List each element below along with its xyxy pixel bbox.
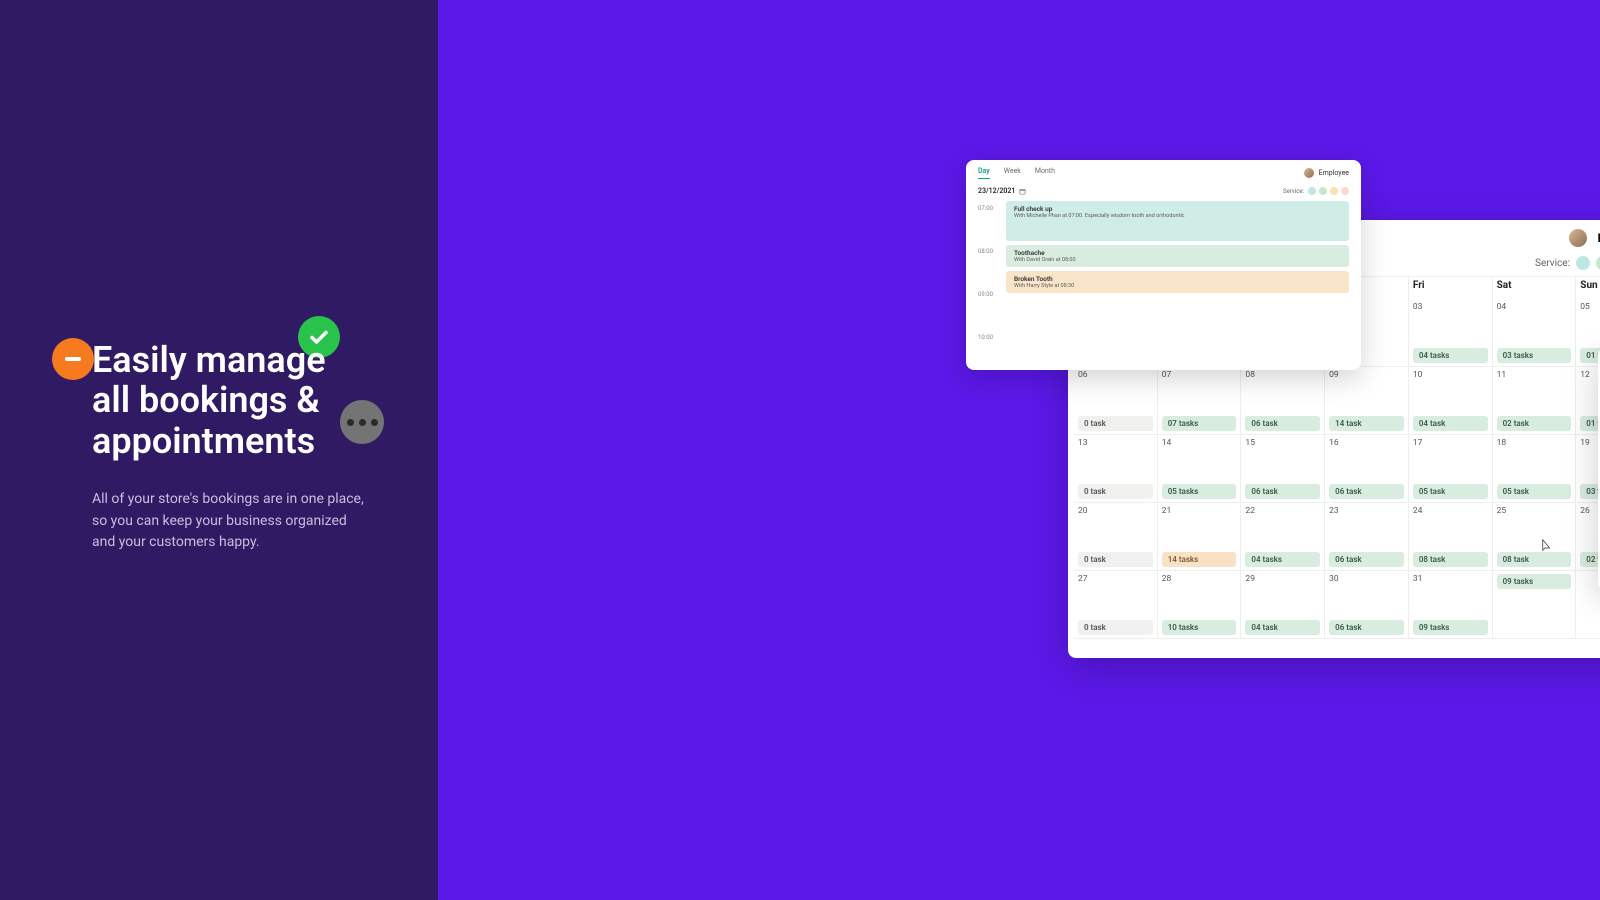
task-badge[interactable]: 05 task <box>1413 484 1488 499</box>
task-badge[interactable]: 08 task <box>1413 552 1488 567</box>
calendar-cell[interactable]: 0806 task <box>1241 367 1325 435</box>
task-badge[interactable]: 06 task <box>1329 484 1404 499</box>
task-badge[interactable]: 04 task <box>1413 416 1488 431</box>
calendar-cell[interactable]: 2508 task <box>1493 503 1577 571</box>
calendar-cell[interactable]: 1004 task <box>1409 367 1493 435</box>
calendar-cell[interactable]: 1606 task <box>1325 435 1409 503</box>
task-badge[interactable]: 14 tasks <box>1162 552 1237 567</box>
calendar-cell[interactable]: 2204 tasks <box>1241 503 1325 571</box>
task-badge[interactable]: 0 task <box>1078 620 1153 635</box>
calendar-cell[interactable]: 2602 task <box>1576 503 1600 571</box>
service-legend: Service: <box>1283 187 1349 195</box>
task-badge[interactable]: 14 task <box>1329 416 1404 431</box>
weekday-header: Sun <box>1576 277 1600 299</box>
task-badge[interactable]: 07 tasks <box>1162 416 1237 431</box>
task-badge[interactable]: 03 tasks <box>1497 348 1572 363</box>
calendar-cell[interactable]: 3109 tasks <box>1409 571 1493 639</box>
calendar-cell[interactable]: 09 tasks <box>1493 571 1577 639</box>
calendar-cell[interactable]: 3006 task <box>1325 571 1409 639</box>
employee-label: Employee <box>1319 169 1349 177</box>
calendar-cell[interactable]: 0914 task <box>1325 367 1409 435</box>
time-gutter: 07:0008:0009:0010:00 <box>978 201 1006 341</box>
calendar-cell[interactable]: 2114 tasks <box>1158 503 1242 571</box>
task-badge[interactable]: 08 task <box>1497 552 1572 567</box>
task-badge[interactable]: 04 tasks <box>1245 552 1320 567</box>
task-badge[interactable]: 09 tasks <box>1413 620 1488 635</box>
avatar <box>1569 229 1587 247</box>
task-badge[interactable]: 06 task <box>1329 552 1404 567</box>
tab-month[interactable]: Month <box>1035 167 1055 179</box>
task-badge[interactable]: 0 task <box>1078 552 1153 567</box>
appointment-event[interactable]: Full check upWith Michelle Phan at 07:00… <box>1006 201 1349 241</box>
marketing-panel: Easily manage all bookings & appointment… <box>0 0 438 900</box>
calendar-cell[interactable]: 1705 task <box>1409 435 1493 503</box>
task-badge[interactable]: 09 tasks <box>1497 574 1572 589</box>
avatar <box>1304 168 1314 178</box>
tab-day[interactable]: Day <box>978 167 990 179</box>
task-badge[interactable]: 02 task <box>1497 416 1572 431</box>
calendar-cell[interactable]: 130 task <box>1074 435 1158 503</box>
calendar-cell[interactable]: 1201 task <box>1576 367 1600 435</box>
calendar-cell[interactable]: 1405 tasks <box>1158 435 1242 503</box>
page-title: Easily manage all bookings & appointment… <box>92 340 368 461</box>
task-badge[interactable]: 06 task <box>1245 416 1320 431</box>
calendar-cell[interactable]: 270 task <box>1074 571 1158 639</box>
calendar-cell[interactable]: 2810 tasks <box>1158 571 1242 639</box>
calendar-cell[interactable]: 0501 task <box>1576 299 1600 367</box>
task-badge[interactable]: 05 task <box>1497 484 1572 499</box>
calendar-icon <box>1019 188 1026 195</box>
task-badge[interactable]: 05 tasks <box>1162 484 1237 499</box>
calendar-cell[interactable]: 1805 task <box>1493 435 1577 503</box>
employee-switcher[interactable]: Employee <box>1304 168 1349 178</box>
day-view-panel: Day Week Month Employee 23/12/2021 Servi… <box>966 160 1361 370</box>
calendar-cell[interactable]: 2408 task <box>1409 503 1493 571</box>
page-subtitle: All of your store's bookings are in one … <box>92 489 368 554</box>
calendar-cell[interactable]: 1903 task <box>1576 435 1600 503</box>
task-badge[interactable]: 04 tasks <box>1413 348 1488 363</box>
weekday-header: Sat <box>1493 277 1577 299</box>
calendar-cell[interactable]: 2306 task <box>1325 503 1409 571</box>
task-badge[interactable]: 10 tasks <box>1162 620 1237 635</box>
calendar-cell[interactable]: 200 task <box>1074 503 1158 571</box>
tab-week[interactable]: Week <box>1004 167 1021 179</box>
calendar-cell[interactable]: 1102 task <box>1493 367 1577 435</box>
cursor-icon <box>1539 539 1551 554</box>
minus-icon <box>52 338 94 380</box>
appointment-event[interactable]: ToothacheWith David Orain at 08:00 <box>1006 245 1349 267</box>
app-canvas: Day Week Month Employee 23/12/2021 Servi… <box>438 0 1600 900</box>
calendar-cell[interactable]: 2904 task <box>1241 571 1325 639</box>
calendar-cell[interactable]: 060 task <box>1074 367 1158 435</box>
weekday-header: Fri <box>1409 277 1493 299</box>
calendar-cell[interactable]: 1506 task <box>1241 435 1325 503</box>
task-badge[interactable]: 04 task <box>1245 620 1320 635</box>
calendar-cell[interactable]: 0707 tasks <box>1158 367 1242 435</box>
current-date[interactable]: 23/12/2021 <box>978 187 1026 195</box>
task-badge[interactable]: 0 task <box>1078 484 1153 499</box>
appointment-event[interactable]: Broken ToothWith Harry Style at 08:30 <box>1006 271 1349 293</box>
task-badge[interactable]: 0 task <box>1078 416 1153 431</box>
calendar-cell[interactable] <box>1576 571 1600 639</box>
calendar-cell[interactable]: 0403 tasks <box>1493 299 1577 367</box>
task-badge[interactable]: 06 task <box>1245 484 1320 499</box>
task-badge[interactable]: 06 task <box>1329 620 1404 635</box>
calendar-cell[interactable]: 0304 tasks <box>1409 299 1493 367</box>
view-tabs: Day Week Month <box>978 167 1055 179</box>
